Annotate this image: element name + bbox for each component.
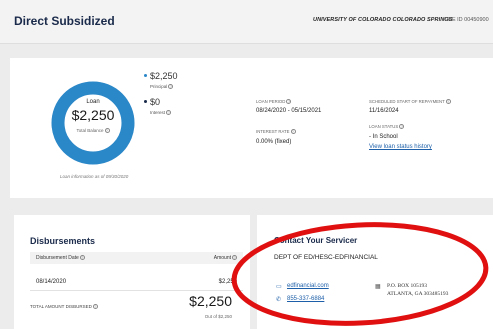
- donut-amount: $2,250: [71, 107, 115, 123]
- info-icon[interactable]: ?: [232, 255, 237, 261]
- repayment-start-value: 11/16/2024: [369, 108, 399, 114]
- repayment-start-label: SCHEDULED START OF REPAYMENT?: [369, 99, 451, 105]
- servicer-name: DEPT OF ED/HESC-EDFINANCIAL: [274, 254, 378, 261]
- disbursement-date-cell: 08/14/2020: [36, 279, 67, 285]
- loan-info-date: Loan information as of 09/30/2020: [60, 174, 129, 179]
- donut-label: Loan: [86, 99, 100, 105]
- servicer-address-line2: ATLANTA, GA 303485193: [387, 291, 449, 297]
- total-disbursed-label: TOTAL AMOUNT DISBURSED?: [30, 304, 98, 310]
- disbursement-amount-cell: $2,250: [218, 279, 237, 285]
- servicer-address-line1: P.O. BOX 105193: [387, 283, 428, 289]
- amount-header: Amount?: [214, 255, 237, 261]
- interest-label: Interest: [150, 110, 166, 115]
- info-icon[interactable]: ?: [445, 99, 451, 105]
- loan-status-label-text: LOAN STATUS: [369, 124, 399, 129]
- amount-header-text: Amount: [213, 255, 231, 261]
- divider: [30, 290, 243, 291]
- view-status-history-link[interactable]: View loan status history: [369, 144, 432, 150]
- monitor-icon: ▭: [276, 284, 282, 290]
- interest-dot-icon: [144, 100, 147, 103]
- contact-servicer-card: [257, 215, 493, 329]
- loan-period-value: 08/24/2020 - 05/15/2021: [256, 108, 322, 114]
- info-icon[interactable]: ?: [79, 255, 85, 261]
- info-icon[interactable]: ?: [92, 304, 98, 310]
- total-out-of: Out of $2,250: [204, 314, 232, 319]
- disbursements-title: Disbursements: [30, 236, 96, 246]
- servicer-phone-link[interactable]: 855-337-6884: [287, 296, 324, 302]
- building-icon: ▦: [375, 284, 381, 290]
- principal-dot-icon: [144, 74, 147, 77]
- info-icon[interactable]: ?: [399, 124, 405, 130]
- loan-period-label: LOAN PERIOD?: [256, 99, 292, 105]
- disbursement-date-header-text: Disbursement Date: [36, 255, 79, 261]
- page-title: Direct Subsidized: [14, 14, 115, 28]
- servicer-website-link[interactable]: edfinancial.com: [287, 283, 329, 289]
- loan-status-label: LOAN STATUS?: [369, 124, 405, 130]
- disbursements-card: [14, 215, 250, 329]
- principal-amount: $2,250: [150, 71, 178, 81]
- phone-icon: ✆: [276, 297, 282, 303]
- repayment-start-label-text: SCHEDULED START OF REPAYMENT: [369, 99, 445, 104]
- disbursements-table-header: Disbursement Date? Amount?: [30, 252, 243, 264]
- table-row: 08/14/2020 $2,250: [30, 278, 243, 290]
- interest-rate-label: INTEREST RATE?: [256, 129, 296, 135]
- disbursement-date-header: Disbursement Date?: [36, 255, 85, 261]
- contact-servicer-title: Contact Your Servicer: [274, 236, 358, 245]
- school-name: UNIVERSITY OF COLORADO COLORADO SPRINGS: [313, 17, 453, 23]
- info-icon[interactable]: ?: [168, 84, 174, 90]
- page-header: Direct Subsidized UNIVERSITY OF COLORADO…: [0, 0, 493, 44]
- info-icon[interactable]: ?: [104, 128, 110, 134]
- loan-status-value: - In School: [369, 134, 398, 140]
- info-icon[interactable]: ?: [286, 99, 292, 105]
- donut-caption: Total Balance?: [63, 128, 123, 134]
- total-disbursed-label-text: TOTAL AMOUNT DISBURSED: [30, 304, 92, 309]
- info-icon[interactable]: ?: [290, 129, 296, 135]
- interest-caption: Interest?: [150, 110, 172, 116]
- interest-rate-value: 0.00% (fixed): [256, 139, 292, 145]
- principal-caption: Principal?: [150, 84, 174, 90]
- interest-rate-label-text: INTEREST RATE: [256, 129, 290, 134]
- ope-id: OPE ID 00450900: [444, 17, 489, 23]
- balance-donut-chart: [51, 81, 135, 165]
- principal-label: Principal: [150, 84, 168, 89]
- donut-caption-text: Total Balance: [76, 128, 104, 133]
- info-icon[interactable]: ?: [166, 110, 172, 116]
- interest-amount: $0: [150, 97, 161, 107]
- total-disbursed-amount: $2,250: [189, 293, 232, 309]
- loan-period-label-text: LOAN PERIOD: [256, 99, 286, 104]
